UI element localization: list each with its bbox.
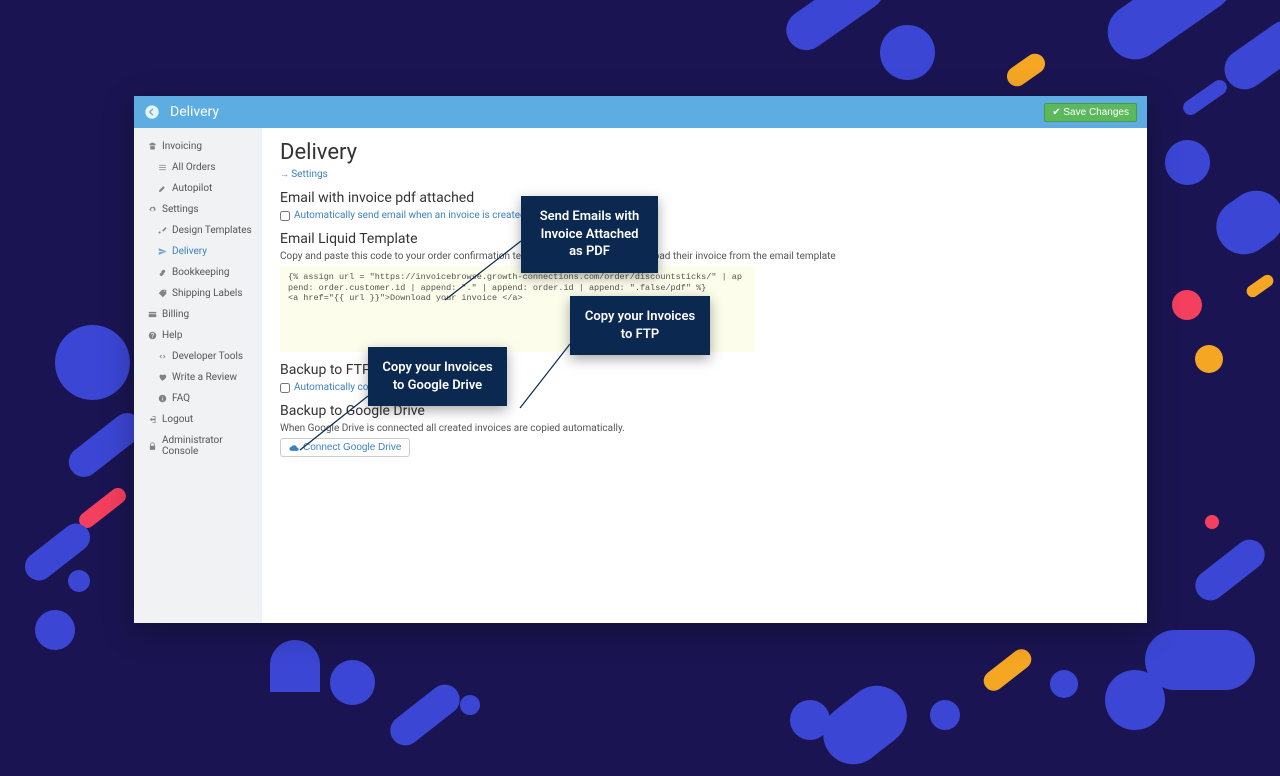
- sidebar-item-label: Help: [162, 330, 182, 341]
- checkbox-label: Automatically send email when an invoice…: [294, 210, 528, 221]
- list-icon: [158, 163, 167, 172]
- section-email-pdf-heading: Email with invoice pdf attached: [280, 190, 1129, 206]
- sidebar-item-label: Write a Review: [172, 372, 237, 383]
- sidebar-item-label: Autopilot: [172, 183, 212, 194]
- save-changes-button[interactable]: ✔ Save Changes: [1044, 103, 1137, 122]
- callout-email-pdf: Send Emails with Invoice Attached as PDF: [521, 196, 658, 273]
- sidebar-item-label: Bookkeeping: [172, 267, 229, 278]
- sidebar-item-label: FAQ: [172, 393, 190, 404]
- save-changes-label: Save Changes: [1063, 107, 1129, 118]
- question-icon: [148, 331, 157, 340]
- send-icon: [158, 247, 167, 256]
- sidebar-item-all-orders[interactable]: All Orders: [134, 157, 262, 178]
- auto-send-email-checkbox-row[interactable]: Automatically send email when an invoice…: [280, 210, 1129, 221]
- sidebar-item-label: Shipping Labels: [172, 288, 243, 299]
- connect-google-drive-button[interactable]: Connect Google Drive: [280, 438, 410, 457]
- sidebar-item-label: Settings: [162, 204, 199, 215]
- sidebar-item-settings[interactable]: Settings: [134, 199, 262, 220]
- sidebar-item-label: Delivery: [172, 246, 207, 257]
- sidebar-item-bookkeeping[interactable]: Bookkeeping: [134, 262, 262, 283]
- sidebar-item-logout[interactable]: Logout: [134, 409, 262, 430]
- info-icon: [158, 394, 167, 403]
- sidebar-item-shipping-labels[interactable]: Shipping Labels: [134, 283, 262, 304]
- auto-send-email-checkbox[interactable]: [280, 211, 290, 221]
- app-window: Delivery ✔ Save Changes Invoicing All Or…: [134, 96, 1147, 623]
- sidebar-item-label: Administrator Console: [162, 435, 254, 457]
- brush-icon: [158, 226, 167, 235]
- sidebar-item-label: Invoicing: [162, 141, 202, 152]
- section-liquid-heading: Email Liquid Template: [280, 231, 1129, 247]
- liquid-description: Copy and paste this code to your order c…: [280, 251, 1129, 262]
- gdrive-description: When Google Drive is connected all creat…: [280, 423, 1129, 434]
- logout-icon: [148, 415, 157, 424]
- sidebar-item-billing[interactable]: Billing: [134, 304, 262, 325]
- lock-icon: [148, 442, 157, 451]
- sidebar-item-design-templates[interactable]: Design Templates: [134, 220, 262, 241]
- sidebar-item-invoicing[interactable]: Invoicing: [134, 136, 262, 157]
- tag-icon: [158, 289, 167, 298]
- sidebar-item-admin-console[interactable]: Administrator Console: [134, 430, 262, 462]
- pencil-icon: [158, 184, 167, 193]
- sidebar-item-faq[interactable]: FAQ: [134, 388, 262, 409]
- button-label: Connect Google Drive: [303, 442, 401, 453]
- heart-icon: [158, 373, 167, 382]
- gear-icon: [148, 205, 157, 214]
- callout-ftp: Copy your Invoices to FTP: [570, 296, 710, 355]
- topbar-title: Delivery: [170, 104, 219, 120]
- print-icon: [148, 142, 157, 151]
- link-icon: [158, 268, 167, 277]
- cloud-icon: [289, 443, 299, 453]
- sidebar-item-write-review[interactable]: Write a Review: [134, 367, 262, 388]
- sidebar-item-label: Billing: [162, 309, 189, 320]
- sidebar: Invoicing All Orders Autopilot Settings …: [134, 128, 262, 623]
- sidebar-item-autopilot[interactable]: Autopilot: [134, 178, 262, 199]
- callout-gdrive: Copy your Invoices to Google Drive: [368, 347, 507, 406]
- sidebar-item-label: All Orders: [172, 162, 216, 173]
- sidebar-item-label: Logout: [162, 414, 193, 425]
- topbar: Delivery ✔ Save Changes: [134, 96, 1147, 128]
- settings-breadcrumb-link[interactable]: Settings: [280, 169, 328, 180]
- sidebar-item-delivery[interactable]: Delivery: [134, 241, 262, 262]
- back-icon[interactable]: [144, 104, 160, 120]
- sidebar-item-help[interactable]: Help: [134, 325, 262, 346]
- sidebar-item-developer-tools[interactable]: Developer Tools: [134, 346, 262, 367]
- auto-copy-ftp-checkbox[interactable]: [280, 383, 290, 393]
- code-icon: [158, 352, 167, 361]
- page-title: Delivery: [280, 140, 1129, 165]
- sidebar-item-label: Design Templates: [172, 225, 252, 236]
- sidebar-item-label: Developer Tools: [172, 351, 243, 362]
- card-icon: [148, 310, 157, 319]
